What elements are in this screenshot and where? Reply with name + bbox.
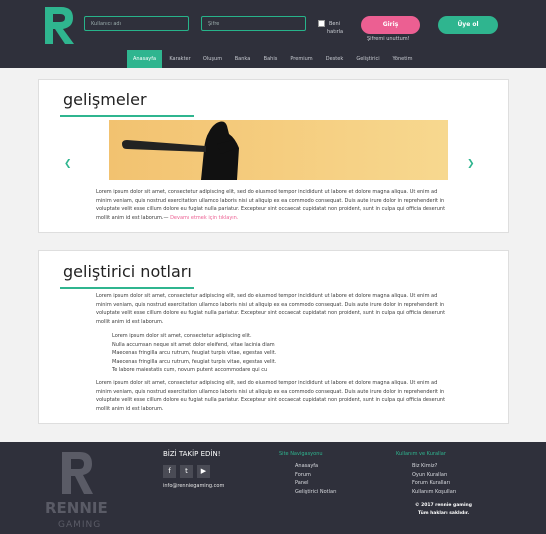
nav-item-anasayfa[interactable]: Anasayfa [127, 50, 162, 68]
rules-list: Biz Kimiz? Oyun Kuralları Forum Kurallar… [412, 462, 456, 497]
remember-label-2: hatırla [327, 29, 344, 35]
nav-item-olusum[interactable]: Oluşum [199, 50, 226, 68]
password-input[interactable]: Şifre [201, 16, 306, 31]
youtube-icon[interactable]: ▶ [197, 465, 210, 478]
devnotes-list: Lorem ipsum dolor sit amet, consectetur … [112, 332, 276, 375]
footer-link[interactable]: Forum Kuralları [412, 479, 456, 488]
remember-checkbox[interactable] [318, 20, 325, 27]
footer-logo-text-1: RENNIE [45, 499, 108, 517]
carousel-next-icon[interactable]: ❯ [467, 159, 475, 169]
nav-item-karakter[interactable]: Karakter [165, 50, 195, 68]
facebook-icon[interactable]: f [163, 465, 176, 478]
news-card: gelişmeler ❮ ❯ Lorem ipsum dolor sit ame… [38, 79, 509, 233]
devnotes-title-underline [60, 287, 194, 289]
footer-link[interactable]: Forum [295, 471, 337, 480]
list-item: Maecenas fringilla arcu rutrum, feugiat … [112, 358, 277, 365]
footer-link[interactable]: Kullanım Koşulları [412, 488, 456, 497]
devnotes-paragraph-2: Lorem ipsum dolor sit amet, consectetur … [96, 380, 446, 412]
nav-item-gelistirici[interactable]: Geliştirici [352, 50, 384, 68]
login-button[interactable]: Giriş [361, 16, 420, 34]
twitter-icon[interactable]: t [180, 465, 193, 478]
devnotes-title: geliştirici notları [63, 262, 192, 281]
nav-item-bahis[interactable]: Bahis [259, 50, 282, 68]
footer-link[interactable]: Anasayfa [295, 462, 337, 471]
forgot-password-link[interactable]: Şifremi unuttum! [367, 36, 410, 42]
copyright: © 2017 rennie gaming Tüm hakları saklıdı… [415, 502, 472, 517]
site-nav-title: Site Navigasyonu [279, 451, 323, 457]
nav-item-banka[interactable]: Banka [230, 50, 255, 68]
banner-silhouette [122, 121, 239, 180]
list-item: Lorem ipsum dolor sit amet, consectetur … [112, 333, 252, 339]
footer-logo-text-2: GAMING [58, 520, 101, 530]
news-paragraph-text: Lorem ipsum dolor sit amet, consectetur … [96, 189, 446, 221]
footer-logo: RENNIE GAMING [45, 452, 108, 530]
footer-link[interactable]: Panel [295, 479, 337, 488]
devnotes-paragraph-1: Lorem ipsum dolor sit amet, consectetur … [96, 293, 446, 325]
site-logo[interactable] [43, 5, 75, 45]
news-title-underline [60, 115, 194, 117]
list-item: Te labore maiestatis cum, novum putent a… [112, 367, 268, 373]
footer-link[interactable]: Oyun Kuralları [412, 471, 456, 480]
top-bar: Kullanıcı adı Şifre Beni hatırla Giriş Ş… [0, 0, 546, 50]
nav-item-yonetim[interactable]: Yönetim [388, 50, 417, 68]
copyright-line-1: © 2017 rennie gaming [415, 503, 472, 508]
footer-link[interactable]: Geliştirici Notları [295, 488, 337, 497]
username-input[interactable]: Kullanıcı adı [84, 16, 189, 31]
footer: RENNIE GAMING BİZİ TAKİP EDİN! f t ▶ inf… [0, 442, 546, 534]
rules-title: Kullanım ve Kurallar [396, 451, 446, 457]
list-item: Nulla accumsan neque sit amet dolor elei… [112, 341, 275, 348]
signup-button[interactable]: Üye ol [438, 16, 498, 34]
nav-item-premium[interactable]: Premium [286, 50, 317, 68]
site-nav-list: Anasayfa Forum Panel Geliştirici Notları [295, 462, 337, 497]
list-item: Maecenas fringilla arcu rutrum, feugiat … [112, 350, 277, 356]
news-paragraph: Lorem ipsum dolor sit amet, consectetur … [96, 188, 453, 222]
devnotes-card: geliştirici notları Lorem ipsum dolor si… [38, 250, 509, 424]
news-title: gelişmeler [63, 90, 147, 109]
remember-me[interactable]: Beni hatırla [318, 20, 343, 36]
nav-item-destek[interactable]: Destek [321, 50, 348, 68]
footer-email[interactable]: info@renniegaming.com [163, 483, 224, 489]
read-more-link[interactable]: Devamı etmek için tıklayın. [170, 215, 238, 221]
follow-title: BİZİ TAKİP EDİN! [163, 450, 221, 458]
main-nav: Anasayfa Karakter Oluşum Banka Bahis Pre… [0, 50, 546, 68]
news-banner-image [109, 120, 448, 180]
carousel-prev-icon[interactable]: ❮ [64, 159, 72, 169]
footer-link[interactable]: Biz Kimiz? [412, 462, 456, 471]
copyright-line-2: Tüm hakları saklıdır. [418, 510, 470, 516]
remember-label-1: Beni [329, 21, 341, 27]
